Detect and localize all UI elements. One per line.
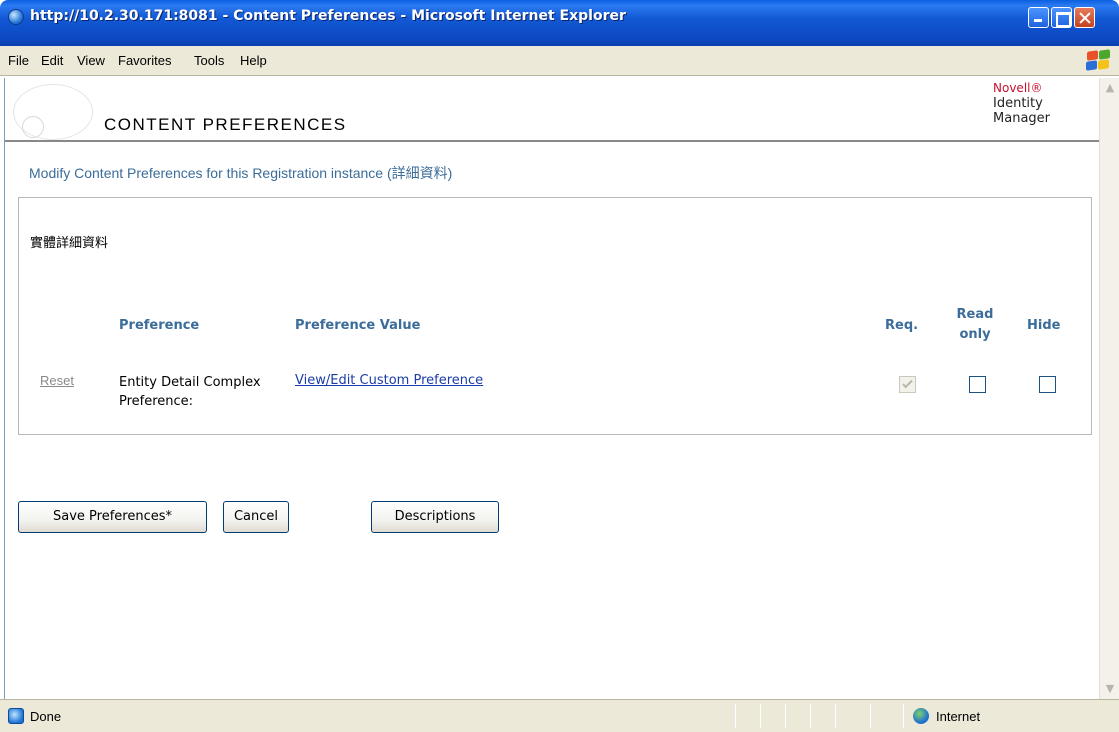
req-checkbox	[899, 376, 916, 393]
status-divider	[903, 704, 904, 728]
status-divider	[785, 704, 786, 728]
hide-checkbox[interactable]	[1039, 376, 1056, 393]
status-text: Done	[30, 709, 62, 724]
menu-view[interactable]: View	[77, 53, 105, 68]
minimize-icon	[1029, 8, 1048, 27]
window-title: http://10.2.30.171:8081 - Content Prefer…	[30, 8, 626, 24]
status-divider	[835, 704, 836, 728]
descriptions-button[interactable]: Descriptions	[371, 501, 499, 533]
check-icon	[902, 377, 913, 389]
menu-bar: File Edit View Favorites Tools Help	[0, 46, 1119, 76]
close-icon	[1075, 8, 1094, 27]
read-only-checkbox[interactable]	[969, 376, 986, 393]
preference-label: Entity Detail Complex Preference:	[119, 375, 261, 409]
column-header-preference-value: Preference Value	[295, 318, 421, 333]
vertical-scrollbar[interactable]: ▲ ▼	[1099, 78, 1119, 699]
read-only-line2: only	[959, 327, 991, 342]
column-header-req: Req.	[885, 318, 919, 333]
read-only-line1: Read	[956, 307, 994, 322]
header-decoration-circle	[22, 116, 44, 138]
brand-novell: Novell®	[993, 81, 1043, 95]
maximize-button[interactable]	[1051, 7, 1072, 28]
column-header-preference: Preference	[119, 318, 200, 333]
brand-line2: Manager	[993, 111, 1050, 126]
page-subtitle: Modify Content Preferences for this Regi…	[29, 165, 453, 181]
menu-file[interactable]: File	[8, 53, 29, 68]
menu-edit[interactable]: Edit	[41, 53, 63, 68]
status-divider	[810, 704, 811, 728]
page-viewport: CONTENT PREFERENCES Novell® Identity Man…	[4, 78, 1099, 699]
status-bar: Done Internet	[0, 699, 1119, 732]
close-button[interactable]	[1074, 7, 1095, 28]
save-preferences-button[interactable]: Save Preferences*	[18, 501, 207, 533]
view-edit-custom-preference-link[interactable]: View/Edit Custom Preference	[295, 373, 483, 388]
column-header-read-only: Read only	[955, 305, 995, 345]
menu-help[interactable]: Help	[240, 53, 267, 68]
entity-title: 實體詳細資料	[30, 236, 109, 251]
scroll-up-icon[interactable]: ▲	[1102, 80, 1118, 96]
menu-tools[interactable]: Tools	[194, 53, 224, 68]
preferences-panel: 實體詳細資料 Preference Preference Value Req. …	[18, 197, 1092, 435]
maximize-icon	[1052, 8, 1071, 27]
minimize-button[interactable]	[1028, 7, 1049, 28]
status-divider	[735, 704, 736, 728]
column-header-hide: Hide	[1027, 318, 1061, 333]
menu-favorites[interactable]: Favorites	[118, 53, 171, 68]
page-status-icon	[8, 708, 24, 724]
security-zone-text: Internet	[936, 709, 981, 724]
cancel-button[interactable]: Cancel	[223, 501, 289, 533]
windows-logo-icon	[1085, 49, 1111, 71]
page-header: CONTENT PREFERENCES Novell® Identity Man…	[5, 78, 1099, 142]
reset-link[interactable]: Reset	[40, 373, 74, 388]
internet-explorer-icon	[8, 9, 24, 25]
scroll-down-icon[interactable]: ▼	[1102, 681, 1118, 697]
novell-identity-manager-logo: Novell® Identity Manager	[993, 81, 1050, 126]
status-divider	[760, 704, 761, 728]
status-divider	[870, 704, 871, 728]
page-title: CONTENT PREFERENCES	[104, 115, 347, 134]
brand-line1: Identity	[993, 96, 1043, 111]
internet-zone-globe-icon	[913, 708, 929, 724]
window-titlebar[interactable]: http://10.2.30.171:8081 - Content Prefer…	[0, 0, 1119, 46]
